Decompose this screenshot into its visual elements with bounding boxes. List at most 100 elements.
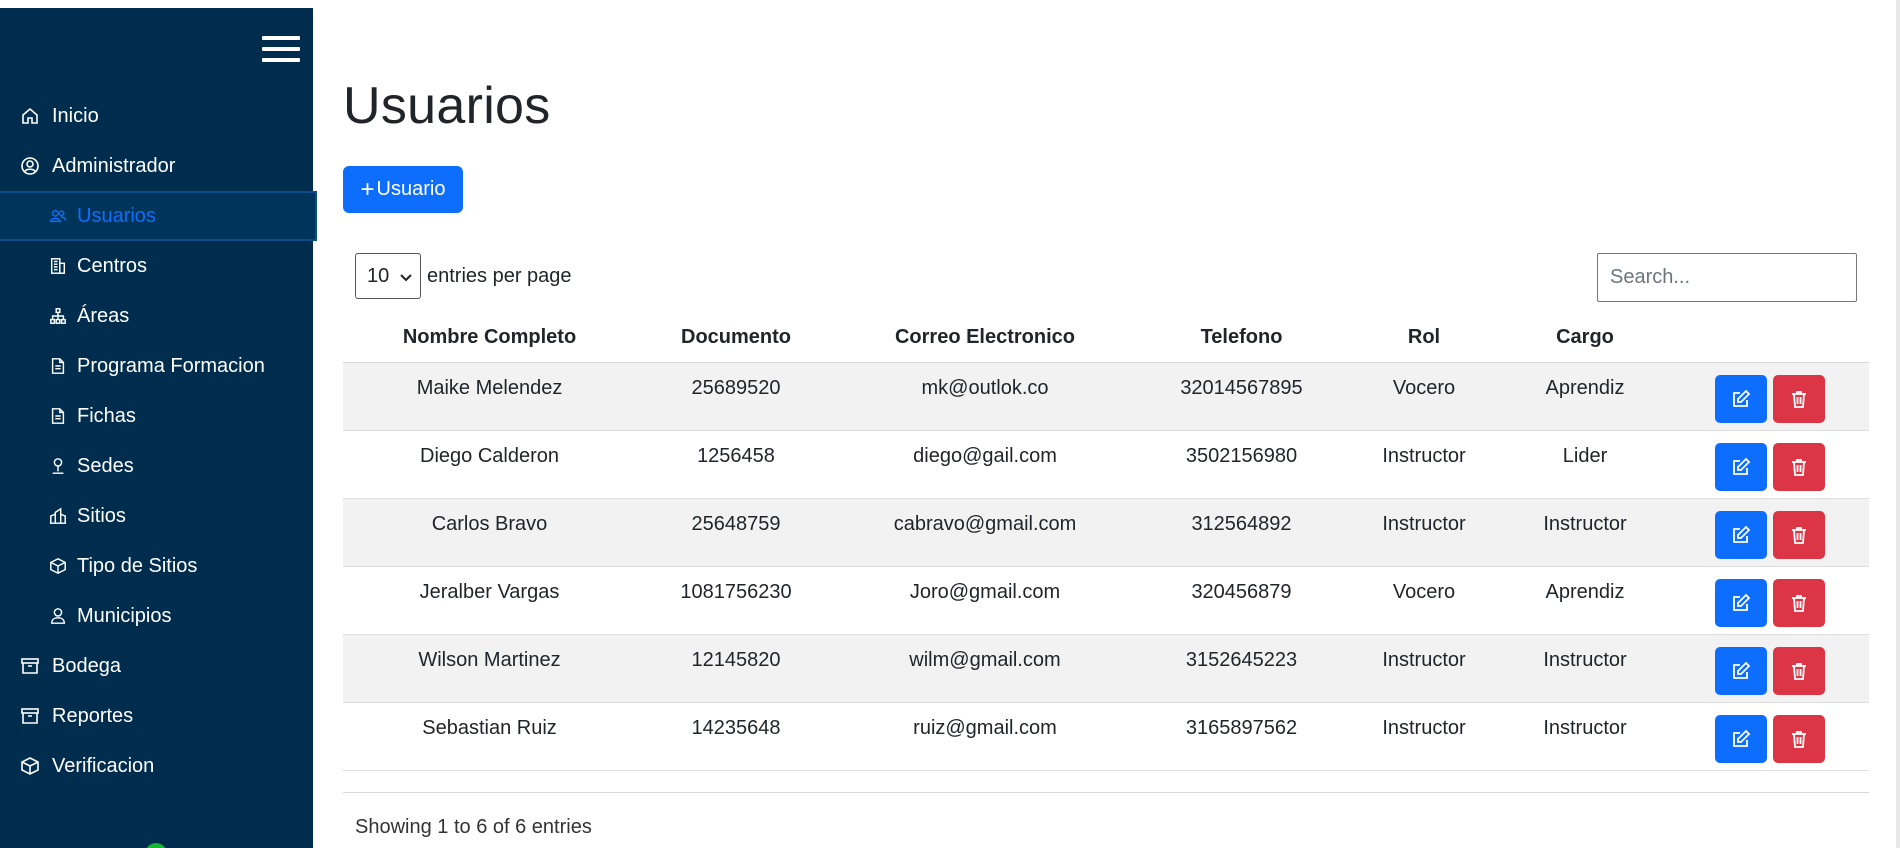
delete-button[interactable]: [1773, 578, 1825, 627]
person-icon: [49, 607, 67, 625]
cell-rol: Instructor: [1349, 498, 1499, 567]
sidebar-item-label: Bodega: [52, 654, 121, 677]
add-user-button[interactable]: + Usuario: [343, 166, 463, 213]
sidebar-item-label: Verificacion: [52, 754, 155, 777]
header-rol[interactable]: Rol: [1349, 314, 1499, 363]
sidebar-item-fichas[interactable]: Fichas: [0, 391, 313, 441]
cell-documento: 25648759: [636, 498, 836, 567]
sidebar-item-label: Administrador: [52, 154, 176, 177]
scrollbar[interactable]: [1896, 0, 1900, 848]
delete-button[interactable]: [1773, 442, 1825, 491]
header-documento[interactable]: Documento: [636, 314, 836, 363]
edit-button[interactable]: [1715, 646, 1767, 695]
header-actions: [1671, 314, 1869, 363]
edit-icon: [1733, 593, 1751, 611]
cell-nombre: Maike Melendez: [343, 362, 636, 431]
cell-telefono: 32014567895: [1134, 362, 1349, 431]
cell-rol: Vocero: [1349, 566, 1499, 635]
building-icon: [49, 257, 67, 275]
cell-rol: Instructor: [1349, 634, 1499, 703]
sidebar-item-centros[interactable]: Centros: [0, 241, 313, 291]
sidebar-item-inicio[interactable]: Inicio: [0, 91, 313, 141]
entries-per-page: 10 entries per page: [355, 253, 572, 299]
cell-correo: diego@gail.com: [836, 430, 1134, 499]
archive-icon: [20, 706, 40, 726]
sidebar-item-programa-formacion[interactable]: Programa Formacion: [0, 341, 313, 391]
delete-button[interactable]: [1773, 374, 1825, 423]
edit-button[interactable]: [1715, 578, 1767, 627]
table-row: Wilson Martinez 12145820 wilm@gmail.com …: [343, 634, 1869, 703]
trash-icon: [1792, 594, 1806, 612]
per-page-value: 10: [367, 264, 390, 287]
header-correo[interactable]: Correo Electronico: [836, 314, 1134, 363]
cell-actions: [1671, 566, 1869, 635]
edit-button[interactable]: [1715, 374, 1767, 423]
header-nombre[interactable]: Nombre Completo: [343, 314, 636, 363]
users-table: Nombre Completo Documento Correo Electro…: [343, 314, 1869, 771]
table-row: Maike Melendez 25689520 mk@outlok.co 320…: [343, 362, 1869, 431]
cell-actions: [1671, 362, 1869, 431]
hierarchy-icon: [49, 307, 67, 325]
delete-button[interactable]: [1773, 510, 1825, 559]
sidebar-item-areas[interactable]: Áreas: [0, 291, 313, 341]
sidebar-item-label: Fichas: [77, 404, 136, 427]
sidebar-item-administrador[interactable]: Administrador: [0, 141, 313, 191]
cell-rol: Instructor: [1349, 702, 1499, 771]
edit-icon: [1733, 457, 1751, 475]
sidebar-item-label: Sedes: [77, 454, 134, 477]
sidebar: Inicio Administrador Usuarios Centros Ár…: [0, 8, 317, 848]
sidebar-item-municipios[interactable]: Municipios: [0, 591, 313, 641]
cell-nombre: Jeralber Vargas: [343, 566, 636, 635]
delete-button[interactable]: [1773, 646, 1825, 695]
sidebar-item-label: Tipo de Sitios: [77, 554, 198, 577]
table-row: Jeralber Vargas 1081756230 Joro@gmail.co…: [343, 566, 1869, 635]
users-icon: [49, 207, 67, 225]
trash-icon: [1792, 662, 1806, 680]
edit-icon: [1733, 729, 1751, 747]
sidebar-item-usuarios[interactable]: Usuarios: [0, 191, 317, 241]
edit-button[interactable]: [1715, 714, 1767, 763]
cell-rol: Vocero: [1349, 362, 1499, 431]
document-icon: [49, 357, 67, 375]
user-circle-icon: [20, 156, 40, 176]
cell-actions: [1671, 702, 1869, 771]
sidebar-item-sitios[interactable]: Sitios: [0, 491, 313, 541]
table-row: Sebastian Ruiz 14235648 ruiz@gmail.com 3…: [343, 702, 1869, 771]
cell-nombre: Wilson Martinez: [343, 634, 636, 703]
cell-cargo: Aprendiz: [1499, 566, 1671, 635]
cell-rol: Instructor: [1349, 430, 1499, 499]
table-header-row: Nombre Completo Documento Correo Electro…: [343, 314, 1869, 363]
per-page-select[interactable]: 10: [355, 253, 421, 299]
edit-button[interactable]: [1715, 510, 1767, 559]
home-icon: [20, 106, 40, 126]
edit-button[interactable]: [1715, 442, 1767, 491]
trash-icon: [1792, 458, 1806, 476]
sidebar-item-verificacion[interactable]: Verificacion: [0, 741, 313, 791]
header-telefono[interactable]: Telefono: [1134, 314, 1349, 363]
cell-cargo: Aprendiz: [1499, 362, 1671, 431]
header-cargo[interactable]: Cargo: [1499, 314, 1671, 363]
status-indicator: [145, 843, 167, 848]
plus-icon: +: [360, 175, 375, 203]
cell-cargo: Lider: [1499, 430, 1671, 499]
cell-actions: [1671, 634, 1869, 703]
hamburger-menu-icon[interactable]: [262, 36, 300, 68]
cell-actions: [1671, 498, 1869, 567]
cell-correo: wilm@gmail.com: [836, 634, 1134, 703]
sidebar-nav: Inicio Administrador Usuarios Centros Ár…: [0, 91, 317, 791]
cell-correo: mk@outlok.co: [836, 362, 1134, 431]
sidebar-item-bodega[interactable]: Bodega: [0, 641, 313, 691]
search-input[interactable]: [1597, 253, 1857, 302]
sidebar-item-reportes[interactable]: Reportes: [0, 691, 313, 741]
delete-button[interactable]: [1773, 714, 1825, 763]
cell-telefono: 3165897562: [1134, 702, 1349, 771]
sidebar-item-tipo-de-sitios[interactable]: Tipo de Sitios: [0, 541, 313, 591]
archive-icon: [20, 656, 40, 676]
buildings-icon: [49, 507, 67, 525]
sidebar-item-label: Reportes: [52, 704, 134, 727]
sidebar-item-sedes[interactable]: Sedes: [0, 441, 313, 491]
cell-documento: 14235648: [636, 702, 836, 771]
cell-correo: cabravo@gmail.com: [836, 498, 1134, 567]
sidebar-item-label: Centros: [77, 254, 148, 277]
chevron-down-icon: [399, 267, 413, 290]
